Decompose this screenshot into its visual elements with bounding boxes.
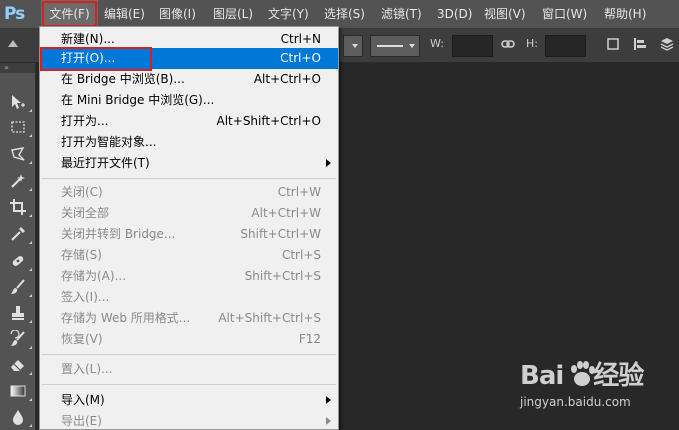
tools-panel-grip-icon[interactable]: »: [0, 63, 35, 73]
menu-bar: Ps 文件(F) 编辑(E) 图像(I) 图层(L) 文字(Y) 选择(S) 滤…: [0, 0, 679, 29]
width-input[interactable]: [452, 35, 493, 57]
spot-healing-brush-tool-icon[interactable]: [8, 251, 32, 271]
menu-item-close-all[interactable]: 关闭全部 Alt+Ctrl+W: [40, 203, 338, 224]
menu-layer[interactable]: 图层(L): [213, 0, 253, 28]
baidu-paw-icon: [571, 361, 595, 386]
menu-item-open-as[interactable]: 打开为... Alt+Shift+Ctrl+O: [40, 111, 338, 132]
baidu-jingyan-watermark: Bai 经验 jingyan.baidu.com: [520, 355, 670, 415]
move-tool-icon[interactable]: [8, 92, 32, 112]
history-brush-tool-icon[interactable]: [8, 329, 32, 349]
path-alignment-icon[interactable]: [633, 37, 647, 51]
file-menu-dropdown: 新建(N)... Ctrl+N 打开(O)... Ctrl+O 在 Bridge…: [39, 26, 339, 430]
blur-tool-icon[interactable]: [8, 407, 32, 427]
photoshop-logo-icon: Ps: [4, 4, 25, 24]
menu-item-revert[interactable]: 恢复(V) F12: [40, 329, 338, 350]
menu-view[interactable]: 视图(V): [484, 0, 526, 28]
rectangular-marquee-tool-icon[interactable]: [8, 117, 32, 137]
menu-item-check-in[interactable]: 签入(I)...: [40, 287, 338, 308]
gradient-tool-icon[interactable]: [8, 381, 32, 401]
submenu-arrow-icon: [326, 396, 331, 404]
menu-separator: [42, 178, 336, 179]
menu-image[interactable]: 图像(I): [159, 0, 196, 28]
crop-tool-icon[interactable]: [8, 197, 32, 217]
width-label: W:: [430, 37, 444, 50]
brush-tool-icon[interactable]: [8, 277, 32, 297]
menu-item-save-for-web[interactable]: 存储为 Web 所用格式... Alt+Shift+Ctrl+S: [40, 308, 338, 329]
menu-file[interactable]: 文件(F): [41, 0, 98, 28]
menu-item-save-as[interactable]: 存储为(A)... Shift+Ctrl+S: [40, 266, 338, 287]
menu-item-browse-in-bridge[interactable]: 在 Bridge 中浏览(B)... Alt+Ctrl+O: [40, 69, 338, 90]
menu-filter[interactable]: 滤镜(T): [381, 0, 422, 28]
menu-help[interactable]: 帮助(H): [604, 0, 646, 28]
menu-item-open[interactable]: 打开(O)... Ctrl+O: [40, 47, 338, 71]
eyedropper-tool-icon[interactable]: [8, 224, 32, 244]
eraser-tool-icon[interactable]: [8, 355, 32, 375]
tool-preset-icon[interactable]: [6, 37, 20, 51]
menu-item-export[interactable]: 导出(E): [40, 411, 338, 429]
path-operations-icon[interactable]: [606, 37, 620, 51]
menu-edit[interactable]: 编辑(E): [104, 0, 145, 28]
menu-3d[interactable]: 3D(D): [437, 0, 472, 28]
menu-item-place[interactable]: 置入(L)...: [40, 359, 338, 380]
menu-window[interactable]: 窗口(W): [542, 0, 587, 28]
tools-panel: »: [0, 63, 36, 430]
menu-separator: [42, 384, 336, 385]
menu-item-close-and-go-to-bridge[interactable]: 关闭并转到 Bridge... Shift+Ctrl+W: [40, 224, 338, 245]
menu-item-import[interactable]: 导入(M): [40, 390, 338, 411]
menu-separator: [42, 354, 336, 355]
menu-select[interactable]: 选择(S): [324, 0, 365, 28]
menu-item-save[interactable]: 存储(S) Ctrl+S: [40, 245, 338, 266]
menu-item-close[interactable]: 关闭(C) Ctrl+W: [40, 182, 338, 203]
lasso-tool-icon[interactable]: [8, 144, 32, 164]
height-label: H:: [526, 37, 538, 50]
menu-item-open-as-smart-object[interactable]: 打开为智能对象...: [40, 132, 338, 153]
menu-type[interactable]: 文字(Y): [268, 0, 309, 28]
stroke-type-dropdown[interactable]: [370, 35, 420, 57]
path-arrangement-icon[interactable]: [660, 37, 674, 51]
watermark-url: jingyan.baidu.com: [520, 395, 631, 409]
height-input[interactable]: [545, 35, 586, 57]
menu-item-browse-in-mini-bridge[interactable]: 在 Mini Bridge 中浏览(G)...: [40, 90, 338, 111]
link-icon[interactable]: [501, 37, 515, 51]
submenu-arrow-icon: [326, 417, 331, 425]
clone-stamp-tool-icon[interactable]: [8, 303, 32, 323]
menu-item-open-recent[interactable]: 最近打开文件(T): [40, 153, 338, 174]
submenu-arrow-icon: [326, 159, 331, 167]
magic-wand-tool-icon[interactable]: [8, 171, 32, 191]
shape-mode-dropdown[interactable]: [343, 35, 363, 57]
